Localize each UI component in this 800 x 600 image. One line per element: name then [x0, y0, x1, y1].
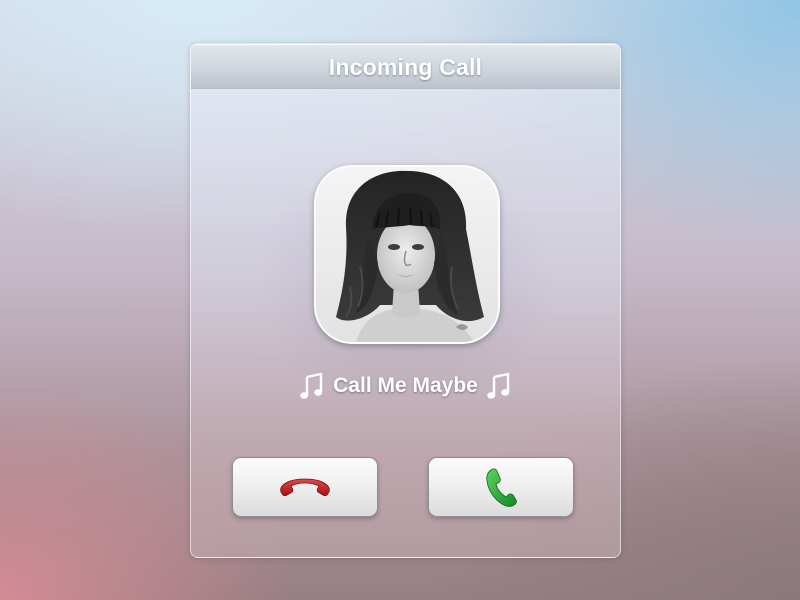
incoming-call-dialog: Incoming Call Call Me Maybe: [190, 43, 621, 558]
title-bar: Incoming Call: [191, 44, 620, 89]
caller-name: Call Me Maybe: [333, 374, 478, 397]
music-note-icon: [300, 372, 324, 400]
decline-call-button[interactable]: [232, 457, 378, 517]
dialog-title: Incoming Call: [328, 54, 483, 80]
caller-line: Call Me Maybe: [191, 369, 620, 403]
phone-answer-icon: [486, 468, 517, 507]
caller-avatar: [314, 165, 500, 344]
accept-call-button[interactable]: [428, 457, 574, 517]
caller-photo-icon: [316, 167, 498, 342]
hang-up-icon: [280, 478, 330, 497]
music-note-icon: [487, 372, 511, 400]
